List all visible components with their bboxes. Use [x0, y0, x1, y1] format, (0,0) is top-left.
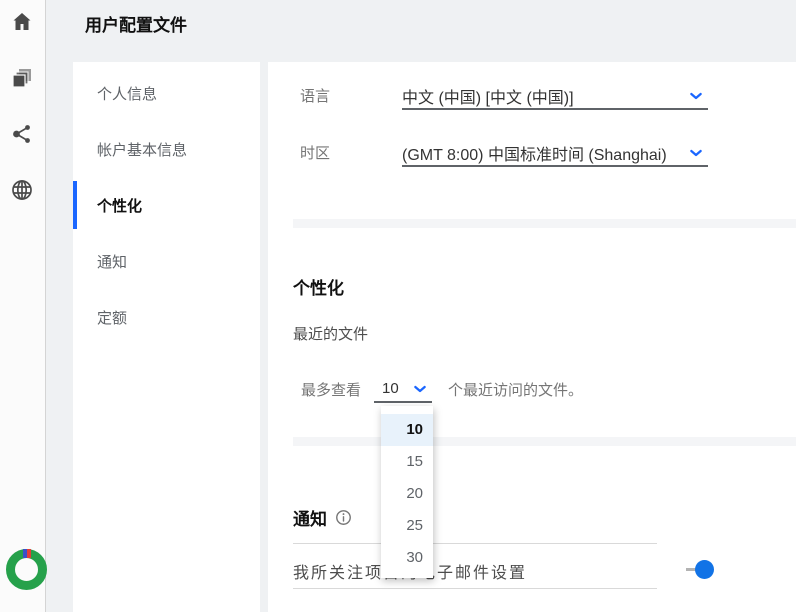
max-view-suffix: 个最近访问的文件。	[448, 379, 583, 400]
row-divider	[293, 588, 657, 589]
info-icon[interactable]	[335, 509, 352, 526]
sidebar-item-label: 帐户基本信息	[97, 139, 187, 160]
sidebar-item-label: 个人信息	[97, 83, 157, 104]
sidebar-item-label: 个性化	[97, 195, 142, 216]
dropdown-option-15[interactable]: 15	[381, 446, 433, 478]
personalization-heading-text: 个性化	[293, 274, 344, 299]
sidebar-item-account-basics[interactable]: 帐户基本信息	[73, 121, 260, 177]
settings-nav: 个人信息 帐户基本信息 个性化 通知 定额	[73, 62, 260, 345]
recent-files-count-value: 10	[374, 380, 412, 397]
dropdown-option-30[interactable]: 30	[381, 542, 433, 574]
dropdown-option-25[interactable]: 25	[381, 510, 433, 542]
sidebar-item-notifications[interactable]: 通知	[73, 233, 260, 289]
sidebar-item-label: 通知	[97, 251, 127, 272]
language-value: 中文 (中国) [中文 (中国)]	[402, 84, 688, 108]
notifications-heading-text: 通知	[293, 505, 327, 530]
share-icon[interactable]	[10, 122, 36, 148]
section-divider-band	[293, 219, 796, 228]
language-label: 语言	[300, 85, 330, 106]
email-notification-toggle[interactable]	[686, 560, 714, 579]
timezone-label: 时区	[300, 142, 330, 163]
notifications-heading: 通知	[293, 505, 352, 530]
timezone-value: (GMT 8:00) 中国标准时间 (Shanghai)	[402, 141, 688, 165]
toggle-knob	[695, 560, 714, 579]
profile-settings-panel: 语言 中文 (中国) [中文 (中国)] 时区 (GMT 8:00) 中国标准时…	[268, 62, 796, 612]
dropdown-option-20[interactable]: 20	[381, 478, 433, 510]
sidebar-item-label: 定额	[97, 307, 127, 328]
brand-logo	[6, 549, 47, 590]
chevron-down-icon	[688, 88, 704, 104]
sidebar-item-personalization[interactable]: 个性化	[73, 177, 260, 233]
settings-sidebar: 个人信息 帐户基本信息 个性化 通知 定额	[73, 62, 260, 612]
section-divider-band	[293, 437, 796, 446]
recent-files-label: 最近的文件	[293, 323, 368, 344]
sidebar-item-quota[interactable]: 定额	[73, 289, 260, 345]
globe-icon[interactable]	[10, 178, 36, 204]
left-rail	[0, 0, 46, 612]
recent-files-count-select[interactable]: 10	[374, 376, 432, 403]
recent-files-count-dropdown: 10 15 20 25 30	[381, 406, 433, 578]
timezone-select[interactable]: (GMT 8:00) 中国标准时间 (Shanghai)	[402, 141, 708, 167]
dropdown-option-10[interactable]: 10	[381, 414, 433, 446]
personalization-heading: 个性化	[293, 274, 344, 299]
chevron-down-icon	[688, 145, 704, 161]
sidebar-item-personal-info[interactable]: 个人信息	[73, 65, 260, 121]
row-divider	[293, 543, 657, 544]
collections-icon[interactable]	[10, 66, 36, 92]
page-title: 用户配置文件	[85, 11, 187, 36]
language-select[interactable]: 中文 (中国) [中文 (中国)]	[402, 84, 708, 110]
chevron-down-icon	[412, 381, 428, 397]
max-view-prefix: 最多查看	[301, 379, 361, 400]
active-indicator-bar	[73, 181, 77, 229]
home-icon[interactable]	[10, 10, 36, 36]
